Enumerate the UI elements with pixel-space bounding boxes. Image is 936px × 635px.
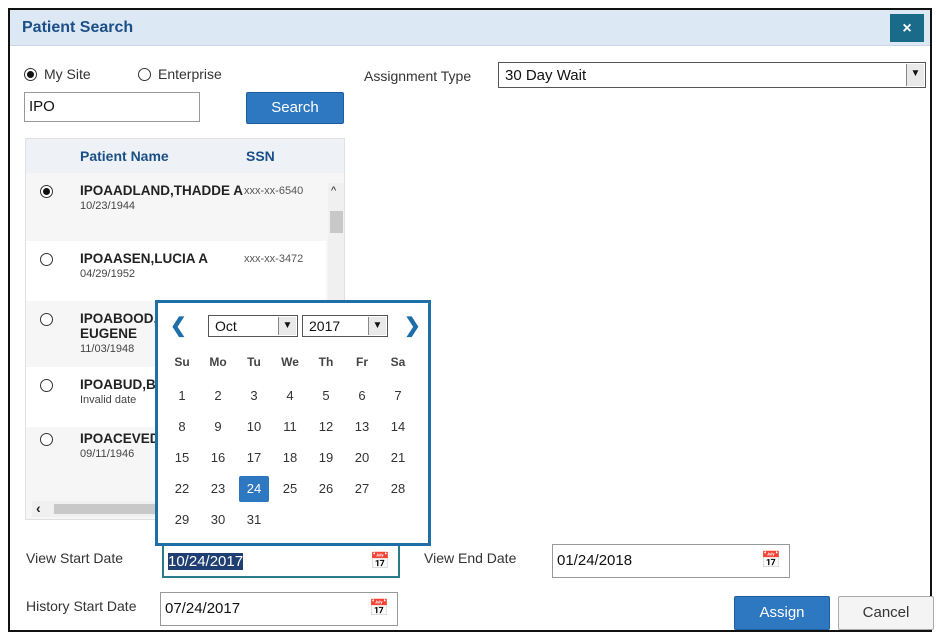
calendar-day[interactable]: 5	[311, 383, 341, 409]
calendar-day[interactable]: 4	[275, 383, 305, 409]
date-picker-popup: ❮ Oct ▼ 2017 ▼ ❯ Su Mo Tu We Th Fr Sa 1 …	[155, 300, 431, 546]
row-select-radio[interactable]	[40, 379, 53, 392]
table-header: Patient Name SSN	[26, 139, 344, 173]
my-site-radio[interactable]	[24, 68, 37, 81]
calendar-day[interactable]: 30	[203, 507, 233, 533]
assign-button[interactable]: Assign	[734, 596, 830, 630]
month-select[interactable]: Oct ▼	[208, 315, 298, 337]
search-input[interactable]: IPO	[24, 92, 200, 122]
cancel-button[interactable]: Cancel	[838, 596, 934, 630]
assignment-type-value: 30 Day Wait	[505, 67, 587, 84]
history-start-date-input[interactable]: 07/24/2017 📅	[160, 592, 398, 626]
chevron-down-icon: ▼	[906, 64, 924, 86]
patient-name-text: IPOABUD,BI	[80, 377, 160, 392]
chevron-down-icon: ▼	[368, 317, 386, 335]
patient-dob: 04/29/1952	[80, 268, 136, 280]
patient-name-text: IPOAASEN,LUCIA A	[80, 251, 209, 266]
weekday-th: Th	[318, 355, 334, 369]
view-start-date-value: 10/24/2017	[168, 553, 244, 570]
weekday-fr: Fr	[356, 355, 368, 369]
history-start-date-label: History Start Date	[26, 598, 137, 614]
patient-dob: 10/23/1944	[80, 200, 136, 212]
table-row[interactable]: IPOAADLAND,THADDE A 10/23/1944 xxx-xx-65…	[26, 173, 326, 233]
row-select-radio[interactable]	[40, 253, 53, 266]
calendar-day[interactable]: 6	[347, 383, 377, 409]
year-value: 2017	[309, 318, 341, 334]
calendar-day[interactable]: 28	[383, 476, 413, 502]
month-value: Oct	[215, 318, 237, 334]
calendar-day[interactable]: 27	[347, 476, 377, 502]
calendar-day[interactable]: 10	[239, 414, 269, 440]
patient-name-text: IPOAADLAND,THADDE A	[80, 183, 243, 198]
calendar-day[interactable]: 13	[347, 414, 377, 440]
patient-name: IPOAADLAND,THADDE A 10/23/1944	[80, 183, 245, 214]
patient-search-dialog: Patient Search × My Site Enterprise IPO …	[8, 8, 934, 632]
chevron-right-icon[interactable]: ❯	[404, 313, 421, 338]
my-site-label: My Site	[44, 66, 91, 82]
calendar-day[interactable]: 22	[167, 476, 197, 502]
patient-ssn: xxx-xx-3472	[244, 253, 304, 265]
view-end-date-value: 01/24/2018	[557, 552, 633, 569]
view-start-date-input[interactable]: 10/24/2017 📅	[162, 544, 400, 578]
calendar-day[interactable]: 11	[275, 414, 305, 440]
row-select-radio[interactable]	[40, 433, 53, 446]
view-end-date-input[interactable]: 01/24/2018 📅	[552, 544, 790, 578]
assignment-type-select[interactable]: 30 Day Wait ▼	[498, 62, 926, 88]
weekday-mo: Mo	[209, 355, 227, 369]
weekday-sa: Sa	[390, 355, 406, 369]
enterprise-label: Enterprise	[158, 66, 222, 82]
calendar-day[interactable]: 26	[311, 476, 341, 502]
weekday-we: We	[281, 355, 299, 369]
year-select[interactable]: 2017 ▼	[302, 315, 388, 337]
scroll-left-icon[interactable]: ‹	[36, 500, 41, 516]
calendar-day[interactable]: 23	[203, 476, 233, 502]
row-select-radio[interactable]	[40, 185, 53, 198]
chevron-down-icon: ▼	[278, 317, 296, 335]
vertical-scroll-thumb[interactable]	[330, 211, 343, 233]
calendar-day-selected[interactable]: 24	[239, 476, 269, 502]
calendar-day[interactable]: 31	[239, 507, 269, 533]
assignment-type-label: Assignment Type	[364, 68, 472, 84]
calendar-day[interactable]: 15	[167, 445, 197, 471]
view-end-date-label: View End Date	[424, 550, 517, 566]
patient-ssn: xxx-xx-6540	[244, 185, 304, 197]
history-start-date-value: 07/24/2017	[165, 600, 241, 617]
calendar-day[interactable]: 2	[203, 383, 233, 409]
chevron-left-icon[interactable]: ❮	[170, 313, 187, 338]
weekday-su: Su	[174, 355, 190, 369]
calendar-day[interactable]: 7	[383, 383, 413, 409]
search-button[interactable]: Search	[246, 92, 344, 124]
calendar-icon[interactable]: 📅	[761, 545, 781, 577]
table-row[interactable]: IPOAASEN,LUCIA A 04/29/1952 xxx-xx-3472	[26, 241, 326, 301]
close-button[interactable]: ×	[890, 14, 924, 42]
title-bar: Patient Search ×	[10, 10, 930, 46]
dialog-title: Patient Search	[22, 19, 134, 36]
calendar-day[interactable]: 18	[275, 445, 305, 471]
calendar-day[interactable]: 21	[383, 445, 413, 471]
calendar-day[interactable]: 3	[239, 383, 269, 409]
enterprise-radio[interactable]	[138, 68, 151, 81]
calendar-icon[interactable]: 📅	[370, 546, 390, 578]
patient-name: IPOAASEN,LUCIA A 04/29/1952	[80, 251, 245, 282]
calendar-day[interactable]: 25	[275, 476, 305, 502]
calendar-day[interactable]: 12	[311, 414, 341, 440]
calendar-day[interactable]: 20	[347, 445, 377, 471]
calendar-day[interactable]: 16	[203, 445, 233, 471]
calendar-day[interactable]: 8	[167, 414, 197, 440]
row-select-radio[interactable]	[40, 313, 53, 326]
calendar-day[interactable]: 29	[167, 507, 197, 533]
calendar-icon[interactable]: 📅	[369, 593, 389, 625]
calendar-day[interactable]: 17	[239, 445, 269, 471]
calendar-day[interactable]: 14	[383, 414, 413, 440]
view-start-date-label: View Start Date	[26, 550, 124, 566]
calendar-day[interactable]: 9	[203, 414, 233, 440]
patient-name-header[interactable]: Patient Name	[80, 148, 169, 164]
calendar-day[interactable]: 1	[167, 383, 197, 409]
ssn-header[interactable]: SSN	[246, 148, 275, 164]
weekday-tu: Tu	[247, 355, 261, 369]
calendar-day[interactable]: 19	[311, 445, 341, 471]
scroll-up-icon[interactable]: ^	[331, 185, 336, 197]
